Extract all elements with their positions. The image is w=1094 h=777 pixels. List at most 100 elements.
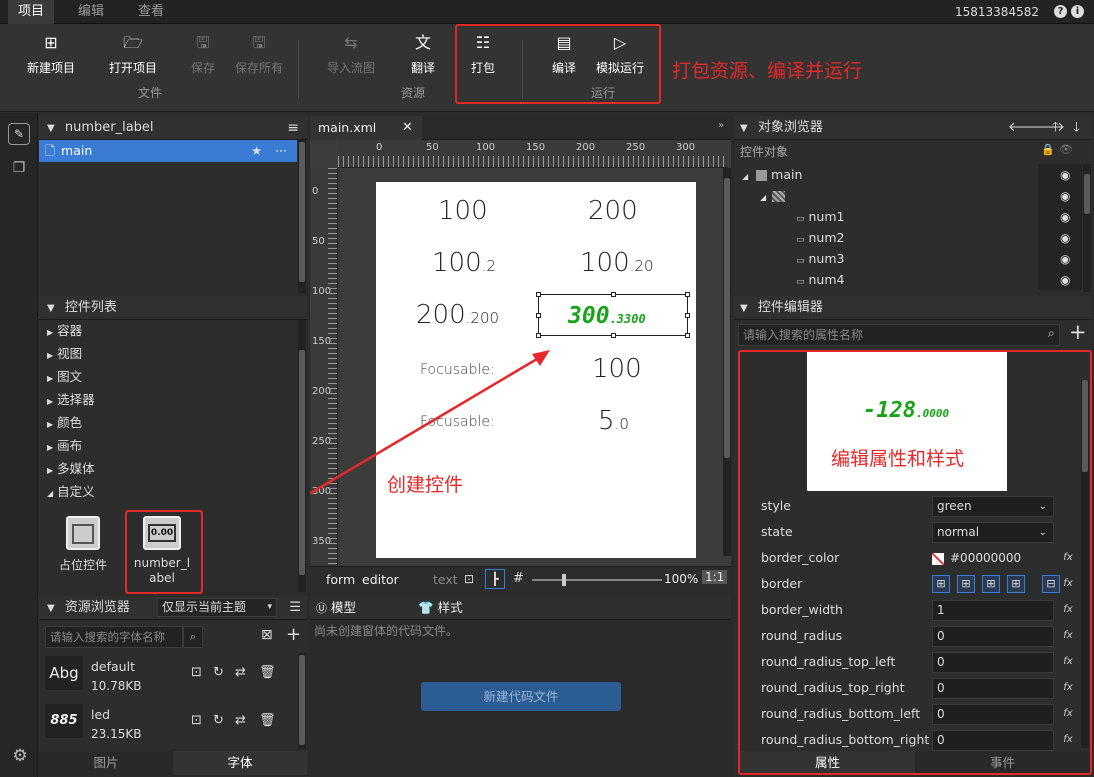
new-code-file-button[interactable]: 新建代码文件 [421,682,621,711]
menu-tab-project[interactable]: 项目 [8,0,54,24]
category-picker[interactable]: ▶ 选择器 [39,389,95,411]
annotation-arrow [310,350,550,495]
tab-style[interactable]: 👕 样式 [412,596,512,620]
font-item-led[interactable]: 885 led 23.15KB ⊡ ↻ ⇄ 🗑 [45,701,295,747]
eye-icon: ◉ [1060,210,1071,224]
open-folder-icon: 🗁 [123,33,143,52]
widget-list-title: 控件列表 [64,300,117,315]
ratio-button[interactable]: 1:1 [702,570,728,584]
object-node-num3[interactable]: ▭ num3 ◉ [734,248,1082,270]
import-flow-button[interactable]: ⇆ 导入流图 [318,32,384,76]
category-image-text[interactable]: ▶ 图文 [39,366,82,388]
shirt-icon: 👕 [418,600,434,615]
collapse-icon[interactable]: ▼ [740,303,748,314]
zoom-level: 100% [664,572,699,586]
object-tree-scrollbar[interactable] [1083,164,1091,292]
refresh-icon[interactable]: ↻ [213,665,224,680]
tab-model[interactable]: Ⓤ 模型 [310,596,410,620]
category-view[interactable]: ▶ 视图 [39,343,82,365]
object-node-num2[interactable]: ▭ num2 ◉ [734,227,1082,249]
editor-tabbar: main.xml ✕ » [310,116,731,140]
font-preview-led: 885 [45,704,83,738]
design-area: 0 50 100 150 200 250 300 0 50 100 150 20… [310,140,731,566]
tab-images[interactable]: 图片 [39,751,173,775]
search-icon[interactable]: ⌕ [183,626,203,648]
widget-list-scrollbar[interactable] [298,320,306,592]
crop-icon[interactable]: ⊠ [261,627,273,643]
arrow-right-icon[interactable]: 🡒 [1030,116,1065,140]
category-canvas[interactable]: ▶ 画布 [39,435,82,457]
more-icon[interactable]: ··· [275,140,287,162]
refresh-icon[interactable]: ↻ [213,713,224,728]
crop-icon[interactable]: ⊡ [191,713,202,728]
project-item-main[interactable]: 🗋 main ★ ··· [39,140,297,162]
category-custom[interactable]: ◢ 自定义 [39,481,95,503]
star-icon[interactable]: ★ [251,140,262,162]
collapse-icon[interactable]: ▼ [740,123,748,134]
menu-tab-edit[interactable]: 编辑 [68,0,114,24]
text-toggle[interactable]: text [433,572,458,587]
filter-list-icon[interactable]: ☰ [289,596,301,620]
search-icon[interactable]: ⌕ [1048,326,1055,341]
editor-vscroll[interactable] [723,168,731,556]
eye-icon: ◉ [1060,189,1071,203]
settings-gear-icon[interactable]: ⚙ [9,745,31,767]
new-project-icon: ⊞ [44,33,58,52]
account-phone: 15813384582 [955,5,1039,19]
brush-icon[interactable]: ✎ [8,123,30,145]
placeholder-widget[interactable]: 占位控件 [59,516,107,573]
layers-icon[interactable]: ❐ [8,157,30,179]
object-node-view[interactable]: ◢ ◉ [734,185,1082,207]
category-multimedia[interactable]: ▶ 多媒体 [39,458,95,480]
collapse-icon[interactable]: ▼ [47,303,55,314]
save-all-button[interactable]: 🖫 保存所有 [226,32,292,76]
form-tab[interactable]: form [326,572,355,587]
crop-icon[interactable]: ⊡ [191,665,202,680]
object-node-main[interactable]: ◢ main ◉ [734,164,1082,186]
eye-icon[interactable]: 👁 [1059,143,1073,156]
category-color[interactable]: ▶ 颜色 [39,412,82,434]
menu-icon[interactable]: ≡ [287,116,299,140]
grid-snap-icon[interactable]: ⊡ [464,572,474,586]
arrow-down-icon[interactable]: 🡓 [1073,116,1080,140]
add-icon[interactable]: + [286,624,301,645]
translate-button[interactable]: 文翻译 [390,32,456,76]
new-project-button[interactable]: ⊞ 新建项目 [18,32,84,76]
property-search-input[interactable]: 请输入搜索的属性名称 [738,324,1060,346]
theme-filter-select[interactable]: 仅显示当前主题 ▾ [157,598,277,617]
font-item-default[interactable]: Abg default 10.78KB ⊡ ↻ ⇄ 🗑 [45,653,295,699]
arrow-up-icon[interactable]: 🡑 [1052,116,1059,140]
zoom-slider[interactable] [532,574,662,586]
info-icon[interactable]: i [1071,5,1084,18]
tab-fonts[interactable]: 字体 [173,751,307,775]
font-search-input[interactable]: 请输入搜索的字体名称 [45,626,183,648]
replace-icon[interactable]: ⇄ [235,713,246,728]
project-title: number_label [64,120,154,135]
chevron-down-icon[interactable]: » [718,120,724,131]
object-node-num1[interactable]: ▭ num1 ◉ [734,206,1082,228]
lock-icon[interactable]: 🔒 [1041,143,1055,156]
resource-scrollbar[interactable] [298,653,306,749]
menu-tab-view[interactable]: 查看 [128,0,174,24]
editor-tab[interactable]: editor [362,572,399,587]
align-icon[interactable]: ┣ [485,569,505,589]
category-container[interactable]: ▶ 容器 [39,320,82,342]
font-size-default: 10.78KB [91,679,142,693]
object-node-num4[interactable]: ▭ num4 ◉ [734,269,1082,291]
tab-main-xml[interactable]: main.xml ✕ [310,116,422,140]
collapse-icon[interactable]: ▼ [47,603,55,614]
add-icon[interactable]: + [1069,320,1087,344]
delete-icon[interactable]: 🗑 [259,713,276,728]
project-scrollbar[interactable] [298,140,306,293]
grid-icon[interactable]: # [513,571,524,586]
collapse-icon[interactable]: ▼ [47,123,55,134]
open-project-button[interactable]: 🗁 打开项目 [100,32,166,76]
chevron-down-icon: ▾ [267,602,272,612]
save-label: 保存 [190,61,215,75]
close-icon[interactable]: ✕ [402,116,413,140]
delete-icon[interactable]: 🗑 [259,665,276,680]
toolbar: ⊞ 新建项目 🗁 打开项目 🖫 保存 🖫 保存所有 文件 ⇆ 导入流图 文翻译 资源 ☷ 打… [0,24,1094,112]
replace-icon[interactable]: ⇄ [235,665,246,680]
help-icon[interactable]: ? [1054,5,1067,18]
no-code-message: 尚未创建窗体的代码文件。 [314,624,459,638]
